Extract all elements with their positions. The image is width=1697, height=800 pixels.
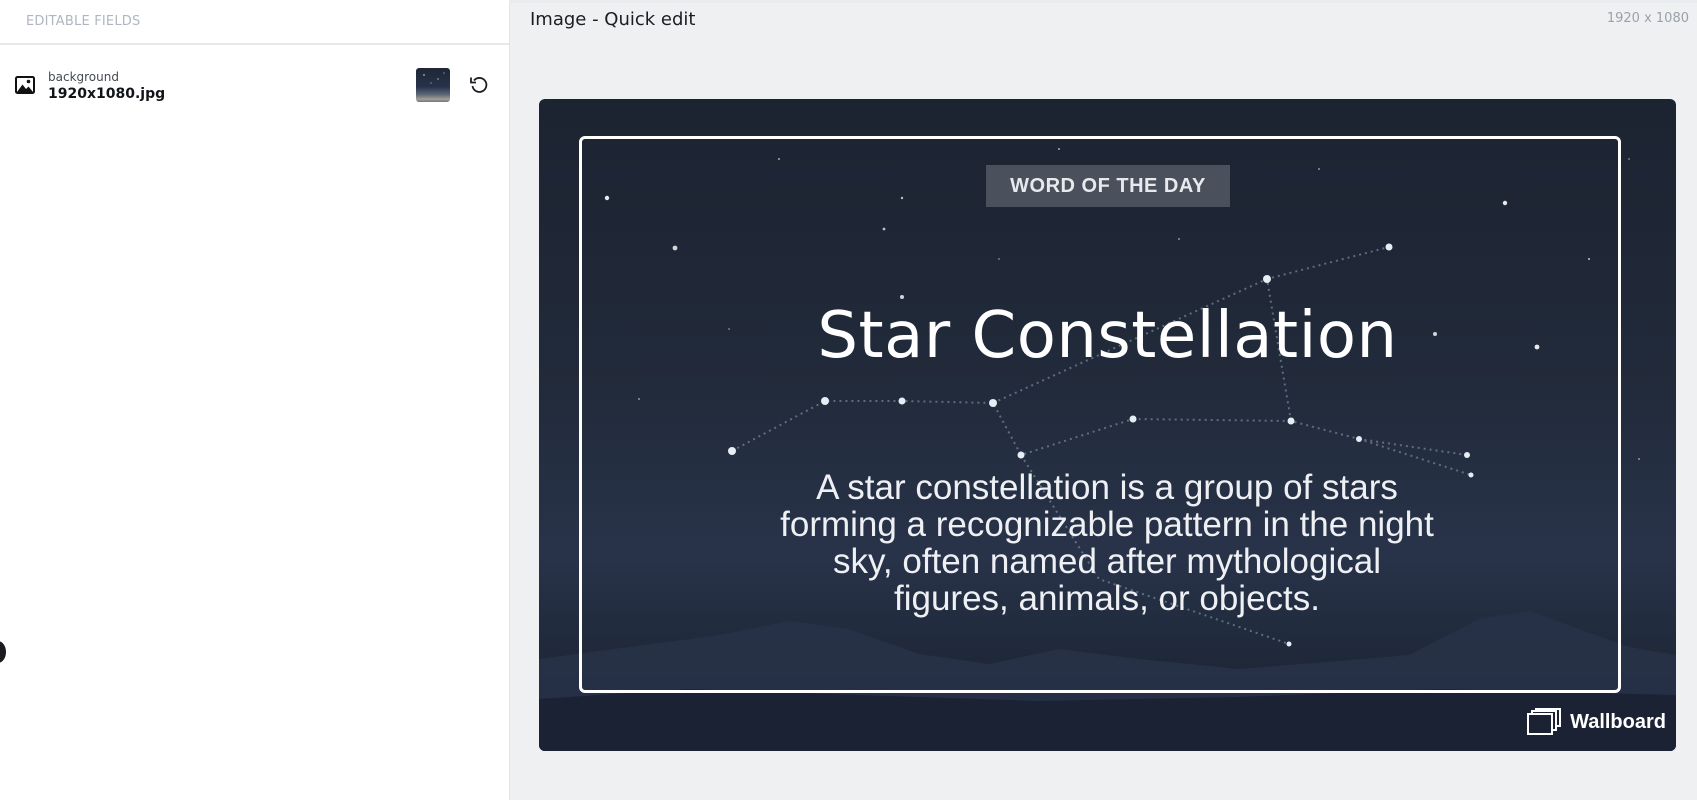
field-row-background[interactable]: background 1920x1080.jpg <box>0 62 509 112</box>
editable-fields-panel: EDITABLE FIELDS background 1920x1080.jpg <box>0 0 509 800</box>
editable-fields-title: EDITABLE FIELDS <box>26 14 141 29</box>
image-icon <box>15 76 35 94</box>
image-dimensions: 1920 x 1080 <box>1606 11 1689 26</box>
wallboard-logo-text: Wallboard <box>1570 710 1666 733</box>
thumbnail-image <box>423 72 445 84</box>
wallboard-logo-icon <box>1527 708 1562 735</box>
word-of-the-day-badge[interactable]: WORD OF THE DAY <box>986 165 1230 207</box>
background-thumbnail[interactable] <box>416 68 450 102</box>
description-line: figures, animals, or objects. <box>893 579 1320 618</box>
field-name: background <box>48 70 119 84</box>
image-preview[interactable]: WORD OF THE DAY Star Constellation A sta… <box>539 99 1676 751</box>
panel-toggle-handle[interactable] <box>0 641 6 663</box>
description-text[interactable]: A star constellation is a group of stars… <box>743 469 1471 617</box>
page-title: Image - Quick edit <box>530 9 696 30</box>
wallboard-logo: Wallboard <box>1526 707 1666 737</box>
reset-icon[interactable] <box>468 74 490 96</box>
description-line: A star constellation is a group of stars <box>816 468 1398 507</box>
field-value: 1920x1080.jpg <box>48 86 166 102</box>
editable-fields-header: EDITABLE FIELDS <box>0 3 509 45</box>
headline[interactable]: Star Constellation <box>539 299 1676 373</box>
description-line: sky, often named after mythological <box>833 542 1381 581</box>
description-line: forming a recognizable pattern in the ni… <box>780 505 1434 544</box>
